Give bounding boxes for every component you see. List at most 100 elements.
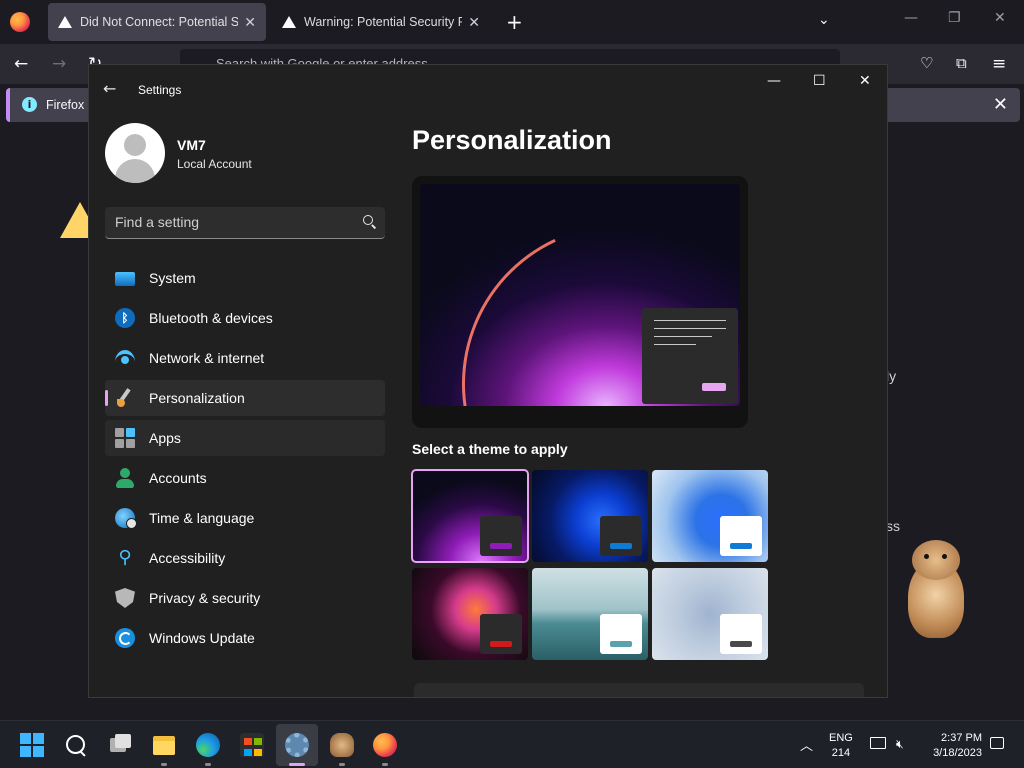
edge-icon[interactable] — [196, 733, 220, 757]
close-window-icon[interactable]: ✕ — [994, 10, 1006, 26]
settings-nav: System ᛒ Bluetooth & devices Network & i… — [105, 260, 385, 660]
apps-icon — [115, 428, 135, 448]
theme-tile[interactable] — [532, 470, 648, 562]
nav-label: Accounts — [149, 470, 207, 486]
search-icon[interactable] — [64, 733, 88, 757]
next-section-card[interactable] — [414, 683, 864, 697]
theme-preview — [412, 176, 748, 428]
bluetooth-icon: ᛒ — [115, 308, 135, 328]
nav-item-accessibility[interactable]: ⚲ Accessibility — [105, 540, 385, 576]
language-code: ENG — [829, 732, 853, 744]
close-tab-icon[interactable]: ✕ — [244, 14, 256, 31]
tab-warning-security-risk[interactable]: Warning: Potential Security Risk Ahead ✕ — [272, 3, 490, 41]
back-arrow-icon[interactable]: ← — [103, 79, 116, 98]
clock[interactable]: 2:37 PM 3/18/2023 — [924, 731, 982, 761]
nav-item-windows-update[interactable]: Windows Update — [105, 620, 385, 656]
running-indicator — [339, 763, 345, 766]
settings-window: ← Settings — ☐ ✕ VM7 Local Account Syste… — [88, 64, 888, 698]
nav-label: Personalization — [149, 390, 245, 406]
task-view-icon[interactable] — [108, 733, 132, 757]
extensions-icon[interactable]: ⧉ — [956, 54, 967, 72]
back-arrow-icon[interactable]: ← — [14, 54, 28, 74]
firefox-tab-bar: Did Not Connect: Potential Security Issu… — [0, 0, 1024, 44]
running-indicator — [289, 763, 305, 766]
list-tabs-chevron-icon[interactable]: ⌄ — [818, 12, 830, 28]
volume-muted-icon[interactable]: 🔇︎ — [896, 737, 904, 752]
close-tab-icon[interactable]: ✕ — [468, 14, 480, 31]
start-icon[interactable] — [20, 733, 44, 757]
avatar[interactable] — [105, 123, 165, 183]
warning-icon — [58, 16, 72, 28]
window-title: Settings — [138, 83, 182, 97]
page-title: Personalization — [412, 125, 612, 155]
file-explorer-icon[interactable] — [152, 733, 176, 757]
minimize-icon[interactable]: — — [767, 73, 781, 89]
store-icon[interactable] — [240, 733, 264, 757]
new-tab-icon[interactable]: + — [506, 10, 523, 34]
nav-label: Accessibility — [149, 550, 226, 566]
theme-tile[interactable] — [652, 470, 768, 562]
nav-item-network[interactable]: Network & internet — [105, 340, 385, 376]
accessibility-icon: ⚲ — [118, 547, 132, 568]
search-box — [105, 207, 385, 239]
nav-label: Bluetooth & devices — [149, 310, 273, 326]
maximize-icon[interactable]: ☐ — [813, 73, 826, 89]
nav-label: Apps — [149, 430, 181, 446]
menu-hamburger-icon[interactable]: ≡ — [992, 54, 1006, 74]
info-icon: i — [22, 97, 37, 112]
person-icon — [115, 468, 135, 488]
theme-tile[interactable] — [411, 469, 529, 563]
nav-item-system[interactable]: System — [105, 260, 385, 296]
close-notification-icon[interactable]: ✕ — [993, 94, 1008, 115]
hamster-app-icon[interactable] — [330, 733, 354, 757]
pocket-icon[interactable]: ♡ — [920, 54, 933, 72]
firefox-icon[interactable] — [373, 733, 397, 757]
nav-item-apps[interactable]: Apps — [105, 420, 385, 456]
theme-grid — [411, 469, 772, 660]
notification-center-icon[interactable] — [990, 737, 1004, 749]
wifi-icon — [115, 348, 135, 368]
running-indicator — [382, 763, 388, 766]
clock-time: 2:37 PM — [941, 732, 982, 744]
theme-tile[interactable] — [532, 568, 648, 660]
tab-did-not-connect[interactable]: Did Not Connect: Potential Security Issu… — [48, 3, 266, 41]
tab-title: Warning: Potential Security Risk Ahead — [304, 15, 462, 29]
search-input[interactable] — [105, 207, 345, 237]
nav-label: Time & language — [149, 510, 255, 526]
forward-arrow-icon[interactable]: → — [52, 54, 66, 74]
language-indicator[interactable]: ENG 214 — [829, 731, 853, 761]
keyboard-layout: 214 — [831, 747, 851, 759]
nav-item-personalization[interactable]: Personalization — [105, 380, 385, 416]
nav-item-time-language[interactable]: Time & language — [105, 500, 385, 536]
search-icon[interactable] — [363, 215, 373, 225]
running-indicator — [161, 763, 167, 766]
theme-tile[interactable] — [412, 568, 528, 660]
close-icon[interactable]: ✕ — [859, 73, 871, 89]
hamster-desktop-pet[interactable] — [900, 540, 970, 640]
show-hidden-icons-chevron-icon[interactable]: ︿ — [800, 735, 813, 754]
warning-icon — [282, 16, 296, 28]
window-preview — [642, 308, 738, 404]
minimize-icon[interactable]: — — [904, 10, 918, 26]
theme-heading: Select a theme to apply — [412, 441, 568, 457]
restore-icon[interactable]: ❐ — [948, 10, 961, 26]
brush-icon — [115, 388, 135, 408]
refresh-icon — [115, 628, 135, 648]
nav-item-privacy[interactable]: Privacy & security — [105, 580, 385, 616]
account-name: VM7 — [177, 137, 206, 153]
nav-item-accounts[interactable]: Accounts — [105, 460, 385, 496]
theme-tile[interactable] — [652, 568, 768, 660]
firefox-logo-icon[interactable] — [10, 12, 30, 32]
account-type: Local Account — [177, 157, 252, 171]
clock-globe-icon — [115, 508, 137, 529]
tab-title: Did Not Connect: Potential Security Issu… — [80, 15, 239, 29]
taskbar: ︿ ENG 214 🔇︎ 2:37 PM 3/18/2023 — [0, 720, 1024, 768]
wallpaper-preview — [420, 184, 740, 406]
network-icon[interactable] — [870, 737, 886, 749]
nav-label: Network & internet — [149, 350, 265, 366]
settings-gear-icon[interactable] — [285, 733, 309, 757]
page-text-fragment: ss — [886, 518, 900, 534]
clock-date: 3/18/2023 — [933, 747, 982, 759]
shield-icon — [115, 588, 135, 608]
nav-item-bluetooth[interactable]: ᛒ Bluetooth & devices — [105, 300, 385, 336]
